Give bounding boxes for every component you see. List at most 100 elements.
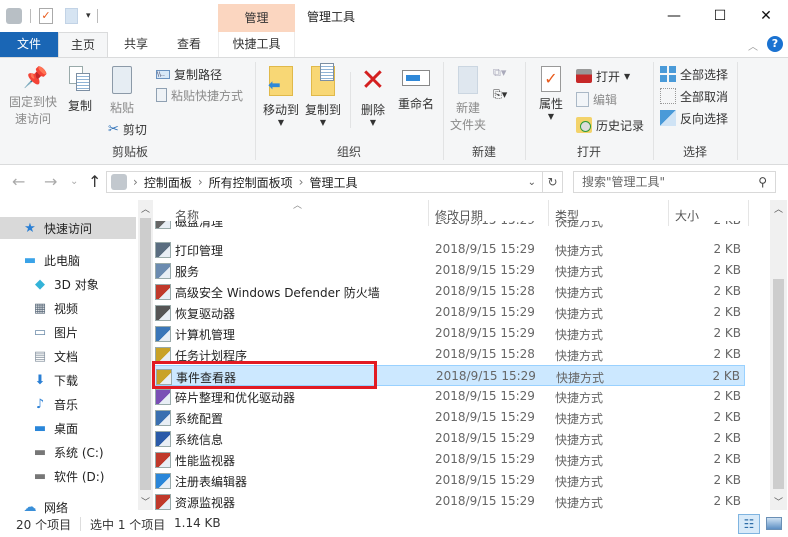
nav-item[interactable]: ▬ 桌面 <box>0 417 136 439</box>
file-row[interactable]: 高级安全 Windows Defender 防火墙 2018/9/15 15:28… <box>153 281 745 302</box>
nav-item[interactable]: ▦ 视频 <box>0 297 136 319</box>
pin-to-quick-access-button[interactable]: 📌 固定到快 速访问 <box>6 66 60 128</box>
nav-item[interactable]: ◆ 3D 对象 <box>0 273 136 295</box>
collapse-ribbon-icon[interactable]: ︿ <box>748 38 758 53</box>
tab-shortcut-tools[interactable]: 快捷工具 <box>218 32 295 57</box>
back-icon[interactable]: ← <box>12 172 25 191</box>
easy-access-button[interactable]: ⎘▾ <box>493 88 507 102</box>
nav-item[interactable]: ▬ 系统 (C:) <box>0 441 136 463</box>
search-icon: ⚲ <box>758 175 767 189</box>
refresh-icon: ↻ <box>547 175 558 189</box>
tab-file[interactable]: 文件 <box>0 32 58 57</box>
nav-item[interactable]: ▬ 此电脑 <box>0 249 136 271</box>
nav-item[interactable]: ▭ 图片 <box>0 321 136 343</box>
nav-pane-scrollbar[interactable]: ︿ ﹀ <box>138 200 153 510</box>
customize-qa-dropdown-icon[interactable]: ▾ <box>86 11 91 21</box>
large-icons-view-button[interactable] <box>766 517 782 530</box>
invert-selection-button[interactable]: 反向选择 <box>660 108 728 128</box>
open-button[interactable]: 打开 ▼ <box>576 66 630 86</box>
file-row[interactable]: 计算机管理 2018/9/15 15:29 快捷方式 2 KB <box>153 323 745 344</box>
file-row[interactable]: 打印管理 2018/9/15 15:29 快捷方式 2 KB <box>153 239 745 260</box>
history-button[interactable]: 历史记录 <box>576 115 644 135</box>
file-row[interactable]: 恢复驱动器 2018/9/15 15:29 快捷方式 2 KB <box>153 302 745 323</box>
divider <box>30 9 31 23</box>
select-none-button[interactable]: 全部取消 <box>660 86 728 106</box>
tab-home[interactable]: 主页 <box>58 32 108 58</box>
breadcrumb-item[interactable]: 所有控制面板项 <box>209 174 293 191</box>
easy-access-icon: ⎘▾ <box>493 88 508 101</box>
edit-button[interactable]: 编辑 <box>576 89 617 109</box>
file-type: 快捷方式 <box>555 496 604 510</box>
nav-item[interactable]: ★ 快速访问 <box>0 217 136 239</box>
delete-button[interactable]: ✕ 删除 ▼ <box>356 66 390 127</box>
up-icon[interactable]: ↑ <box>88 172 101 191</box>
help-icon[interactable]: ? <box>767 36 783 52</box>
copy-button[interactable]: 复制 <box>64 66 96 115</box>
file-list-scrollbar[interactable]: ︿ ﹀ <box>770 200 787 510</box>
scissors-icon: ✂ <box>108 121 119 137</box>
properties-button[interactable]: ✓ 属性 ▼ <box>534 66 568 121</box>
scroll-up-icon[interactable]: ︿ <box>141 202 150 215</box>
cut-button[interactable]: ✂ 剪切 <box>108 119 147 139</box>
nav-item[interactable]: ♪ 音乐 <box>0 393 136 415</box>
refresh-button[interactable]: ↻ <box>543 171 563 193</box>
file-row[interactable]: 服务 2018/9/15 15:29 快捷方式 2 KB <box>153 260 745 281</box>
nav-item[interactable]: ▤ 文档 <box>0 345 136 367</box>
breadcrumb-item[interactable]: 管理工具 <box>309 174 357 191</box>
file-date: 2018/9/15 15:29 <box>435 389 535 403</box>
rename-button[interactable]: 重命名 <box>394 66 438 113</box>
cut-label: 剪切 <box>122 122 147 137</box>
file-date: 2018/9/15 15:29 <box>435 263 535 277</box>
star-icon: ★ <box>24 220 36 236</box>
file-row[interactable]: 碎片整理和优化驱动器 2018/9/15 15:29 快捷方式 2 KB <box>153 386 745 407</box>
details-view-button[interactable]: ☷ <box>738 514 760 534</box>
file-row[interactable]: 系统信息 2018/9/15 15:29 快捷方式 2 KB <box>153 428 745 449</box>
address-dropdown-icon[interactable]: ⌄ <box>528 177 536 188</box>
file-row[interactable]: 性能监视器 2018/9/15 15:29 快捷方式 2 KB <box>153 449 745 470</box>
move-to-button[interactable]: ⬅ 移动到 ▼ <box>261 66 301 127</box>
breadcrumb-separator: › <box>197 175 203 189</box>
properties-qa-icon[interactable]: ✓ <box>39 8 53 24</box>
scroll-down-icon[interactable]: ﹀ <box>774 495 783 508</box>
breadcrumb-item[interactable]: 控制面板 <box>144 174 192 191</box>
search-input[interactable]: 搜索"管理工具" ⚲ <box>573 171 776 193</box>
paste-shortcut-button[interactable]: 粘贴快捷方式 <box>156 85 243 105</box>
picture-icon: ▭ <box>33 324 47 340</box>
scrollbar-thumb[interactable] <box>773 279 784 489</box>
paste-icon <box>112 66 132 94</box>
nav-item-label: 此电脑 <box>44 253 81 268</box>
computer-icon: ▬ <box>23 252 37 268</box>
scroll-down-icon[interactable]: ﹀ <box>141 495 150 508</box>
invert-selection-icon <box>660 110 676 126</box>
file-date: 2018/9/15 15:29 <box>435 221 535 227</box>
scroll-up-icon[interactable]: ︿ <box>774 202 783 215</box>
new-item-button[interactable]: ⧉▾ <box>493 66 506 80</box>
tab-view[interactable]: 查看 <box>162 32 216 57</box>
forward-icon[interactable]: → <box>44 172 57 191</box>
recent-locations-icon[interactable]: ⌄ <box>70 176 78 187</box>
new-folder-qa-icon[interactable] <box>65 8 78 24</box>
nav-item[interactable]: ▬ 软件 (D:) <box>0 465 136 487</box>
address-bar[interactable]: › 控制面板 › 所有控制面板项 › 管理工具 ⌄ <box>106 171 543 193</box>
scrollbar-thumb[interactable] <box>140 218 151 490</box>
new-folder-label-line2: 文件夹 <box>449 118 486 132</box>
close-button[interactable]: ✕ <box>743 0 788 32</box>
maximize-button[interactable]: ☐ <box>697 0 743 32</box>
file-date: 2018/9/15 15:29 <box>436 369 536 383</box>
copy-to-button[interactable]: 复制到 ▼ <box>303 63 343 127</box>
file-row[interactable]: 磁盘清理 2018/9/15 15:29 快捷方式 2 KB <box>153 221 745 231</box>
file-row[interactable]: 注册表编辑器 2018/9/15 15:29 快捷方式 2 KB <box>153 470 745 491</box>
file-row[interactable]: 资源监视器 2018/9/15 15:29 快捷方式 2 KB <box>153 491 745 512</box>
select-all-button[interactable]: 全部选择 <box>660 64 728 84</box>
paste-button[interactable]: 粘贴 <box>104 66 140 117</box>
copy-path-button[interactable]: \\.. 复制路径 <box>156 64 222 84</box>
new-folder-button[interactable]: 新建 文件夹 <box>446 66 490 134</box>
minimize-button[interactable]: — <box>651 0 697 32</box>
nav-item[interactable]: ⬇ 下载 <box>0 369 136 391</box>
pin-label-line2: 速访问 <box>14 112 51 126</box>
tab-share[interactable]: 共享 <box>110 32 162 57</box>
column-divider[interactable] <box>748 200 749 226</box>
new-folder-label-line1: 新建 <box>455 101 480 115</box>
edit-icon <box>576 91 589 107</box>
file-row[interactable]: 系统配置 2018/9/15 15:29 快捷方式 2 KB <box>153 407 745 428</box>
